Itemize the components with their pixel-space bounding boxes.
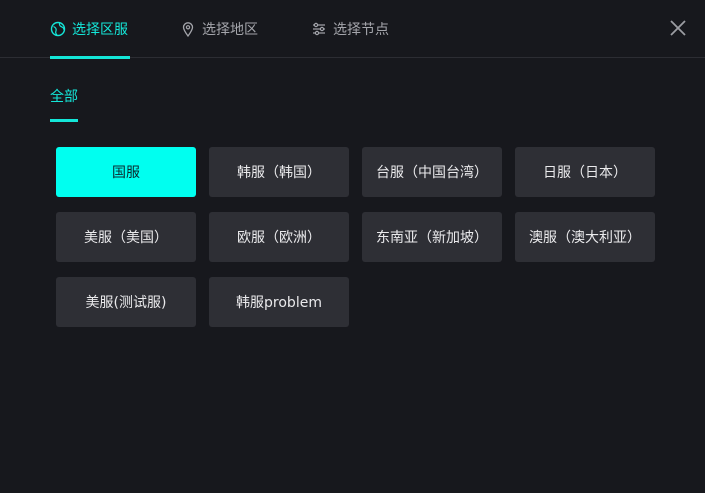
tab-bar: 选择区服 选择地区 选择节点: [0, 0, 705, 59]
close-icon[interactable]: [669, 19, 687, 37]
server-button[interactable]: 美服(测试服): [56, 277, 196, 327]
tab-select-area[interactable]: 选择地区: [180, 0, 258, 58]
tab-label: 选择地区: [202, 22, 258, 38]
server-button[interactable]: 台服（中国台湾）: [362, 147, 502, 197]
subtab-all[interactable]: 全部: [50, 86, 78, 122]
server-button[interactable]: 韩服（韩国）: [209, 147, 349, 197]
server-grid: 国服 韩服（韩国） 台服（中国台湾） 日服（日本） 美服（美国） 欧服（欧洲） …: [56, 147, 655, 327]
server-button[interactable]: 欧服（欧洲）: [209, 212, 349, 262]
globe-icon: [50, 21, 66, 37]
tab-select-node[interactable]: 选择节点: [311, 0, 389, 58]
server-select-dialog: 选择区服 选择地区 选择节点 全部 国服 韩服（韩国） 台服（中国台湾） 日服（…: [0, 0, 705, 493]
sliders-icon: [311, 21, 327, 37]
server-button[interactable]: 国服: [56, 147, 196, 197]
subtab-label: 全部: [50, 89, 78, 105]
server-button[interactable]: 澳服（澳大利亚）: [515, 212, 655, 262]
server-button[interactable]: 东南亚（新加坡）: [362, 212, 502, 262]
server-button[interactable]: 美服（美国）: [56, 212, 196, 262]
tab-label: 选择区服: [72, 22, 128, 38]
tab-label: 选择节点: [333, 22, 389, 38]
location-pin-icon: [180, 21, 196, 37]
tab-select-region-server[interactable]: 选择区服: [50, 0, 130, 59]
server-button[interactable]: 日服（日本）: [515, 147, 655, 197]
server-button[interactable]: 韩服problem: [209, 277, 349, 327]
